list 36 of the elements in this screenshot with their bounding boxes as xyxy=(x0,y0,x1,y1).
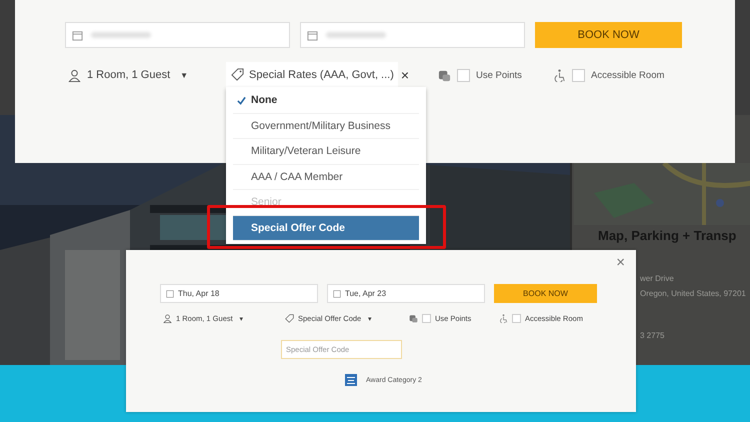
wheelchair-icon xyxy=(499,314,508,323)
checkbox[interactable] xyxy=(422,314,431,323)
date-field[interactable] xyxy=(65,22,290,48)
tag-icon xyxy=(285,314,294,323)
menu-item[interactable]: Military/Veteran Leisure xyxy=(233,139,419,164)
person-icon xyxy=(163,314,172,323)
checkbox[interactable] xyxy=(512,314,521,323)
date-field[interactable] xyxy=(300,22,525,48)
address-text: 3 2775 xyxy=(640,331,664,340)
calendar-icon xyxy=(72,30,83,40)
date-field[interactable]: Thu, Apr 18 xyxy=(160,284,318,303)
tag-icon xyxy=(231,68,244,81)
menu-item[interactable]: AAA / CAA Member xyxy=(233,164,419,190)
checkbox[interactable] xyxy=(457,68,470,82)
calendar-icon xyxy=(166,290,174,298)
menu-item[interactable]: None xyxy=(233,88,419,114)
menu-item[interactable]: Special Offer Code xyxy=(233,216,419,241)
book-now-button[interactable]: BOOK NOW xyxy=(535,22,682,48)
address-text: wer Drive xyxy=(640,274,674,283)
rooms-dropdown[interactable]: 1 Room, 1 Guest xyxy=(87,69,170,81)
checkbox-label: Accessible Room xyxy=(591,70,664,80)
checkbox-label: Use Points xyxy=(476,70,522,80)
checkbox[interactable] xyxy=(572,68,585,82)
person-icon xyxy=(68,68,81,82)
menu-item[interactable]: Government/Military Business xyxy=(233,114,419,139)
calendar-icon xyxy=(307,30,318,40)
address-text: Oregon, United States, 97201 xyxy=(640,289,746,298)
close-icon[interactable]: × xyxy=(400,66,410,82)
dropdown-label: Special Rates (AAA, Govt, ...) xyxy=(249,68,394,80)
wheelchair-icon xyxy=(553,68,566,82)
book-now-button[interactable]: BOOK NOW xyxy=(494,284,597,303)
check-icon xyxy=(237,96,246,105)
close-icon[interactable]: × xyxy=(616,254,625,271)
date-field[interactable]: Tue, Apr 23 xyxy=(327,284,485,303)
calendar-icon xyxy=(333,290,341,298)
caret-icon[interactable]: ▼ xyxy=(180,70,188,80)
